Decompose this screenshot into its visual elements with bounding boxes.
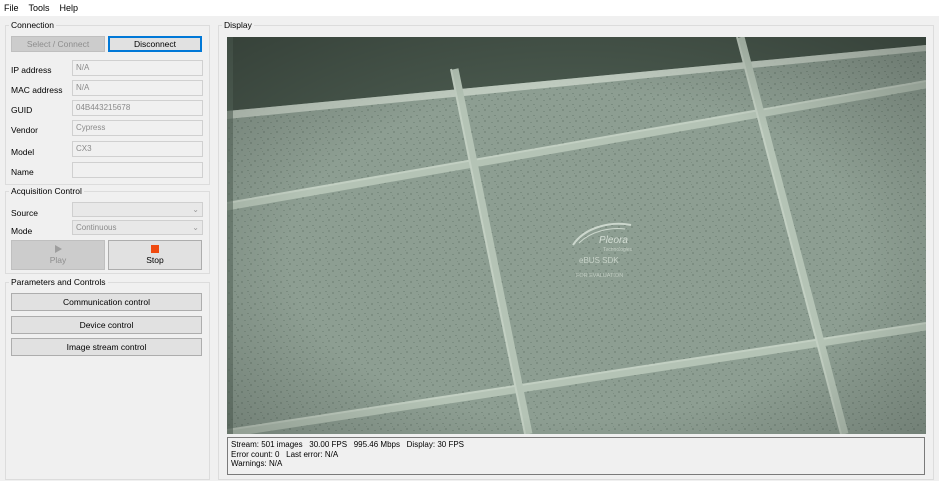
mac-address-field: N/A [72,80,203,96]
guid-label: GUID [11,105,33,115]
device-control-button[interactable]: Device control [11,316,202,334]
warnings-status-line: Warnings: N/A [231,459,283,468]
menu-help[interactable]: Help [55,0,84,16]
name-label: Name [11,167,34,177]
menu-file[interactable]: File [0,0,24,16]
image-stream-control-button[interactable]: Image stream control [11,338,202,356]
display-title: Display [224,20,252,30]
watermark-sub-text: Technologies [603,247,633,253]
watermark-product-text: eBUS SDK [579,256,619,265]
video-display[interactable]: Pleora Technologies eBUS SDK FOR EVALUAT… [227,37,926,434]
camera-frame-image: Pleora Technologies eBUS SDK FOR EVALUAT… [227,37,926,434]
acquisition-control-title: Acquisition Control [11,186,82,196]
error-status-line: Error count: 0 Last error: N/A [231,449,339,459]
mode-select[interactable]: Continuous ⌄ [72,220,203,235]
source-label: Source [11,208,38,218]
play-button-label: Play [49,255,67,265]
stop-icon [151,245,159,253]
mode-select-value: Continuous [76,223,117,232]
model-label: Model [11,147,35,157]
model-field: CX3 [72,141,203,157]
parameters-controls-title: Parameters and Controls [11,277,106,287]
stream-status-line: Stream: 501 images 30.00 FPS 995.46 Mbps… [231,440,465,449]
mode-label: Mode [11,226,33,236]
ip-address-field: N/A [72,60,203,76]
disconnect-button[interactable]: Disconnect [108,36,202,52]
chevron-down-icon: ⌄ [192,223,199,232]
status-panel: Stream: 501 images 30.00 FPS 995.46 Mbps… [227,437,925,475]
menu-bar: File Tools Help [0,0,939,16]
watermark-brand-text: Pleora [599,235,628,246]
select-connect-button[interactable]: Select / Connect [11,36,105,52]
chevron-down-icon: ⌄ [192,205,199,214]
communication-control-button[interactable]: Communication control [11,293,202,311]
ip-address-label: IP address [11,65,52,75]
watermark-note-text: FOR EVALUATION [576,273,623,279]
stop-button[interactable]: Stop [108,240,202,270]
name-field [72,162,203,178]
play-button[interactable]: Play [11,240,105,270]
mac-address-label: MAC address [11,85,63,95]
connection-group-title: Connection [11,20,55,30]
play-icon [54,245,62,253]
stop-button-label: Stop [146,255,164,265]
vendor-field: Cypress [72,120,203,136]
guid-field: 04B443215678 [72,100,203,116]
source-select[interactable]: ⌄ [72,202,203,217]
vendor-label: Vendor [11,125,38,135]
menu-tools[interactable]: Tools [24,0,55,16]
